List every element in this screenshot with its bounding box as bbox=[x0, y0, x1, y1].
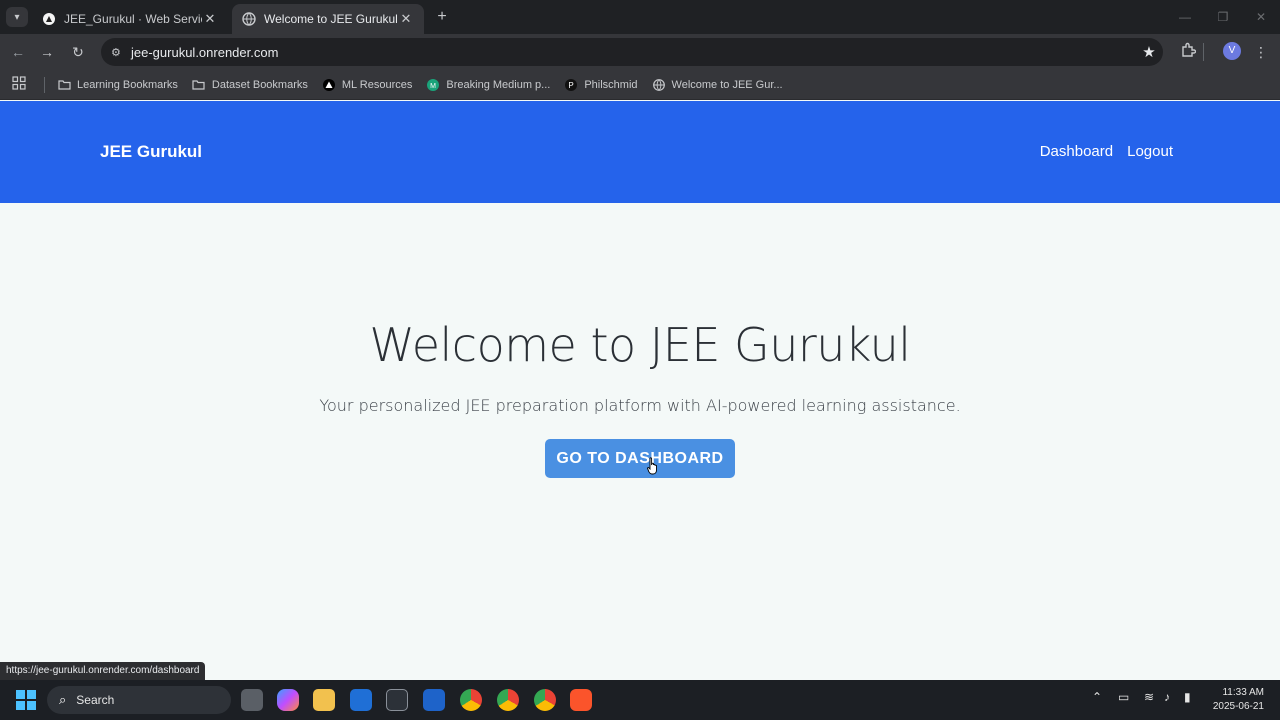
tab-title: JEE_Gurukul · Web Service · Re bbox=[64, 12, 202, 26]
go-to-dashboard-button[interactable]: GO TO DASHBOARD bbox=[545, 439, 735, 478]
app-hexagon-icon[interactable] bbox=[386, 689, 408, 711]
back-arrow-icon[interactable]: ← bbox=[8, 42, 28, 62]
bookmark-label: Learning Bookmarks bbox=[77, 78, 178, 91]
bookmark-dataset[interactable]: Dataset Bookmarks bbox=[192, 78, 308, 92]
clock-time: 11:33 AM bbox=[1222, 687, 1264, 698]
wifi-icon[interactable]: ≋ bbox=[1144, 690, 1154, 704]
hero-title: Welcome to JEE Gurukul bbox=[369, 318, 911, 372]
battery-icon[interactable]: ▮ bbox=[1184, 690, 1191, 704]
apps-grid-icon[interactable] bbox=[12, 76, 30, 93]
forward-arrow-icon[interactable]: → bbox=[37, 42, 57, 62]
bookmark-philschmid[interactable]: P Philschmid bbox=[564, 78, 638, 92]
bookmark-label: Philschmid bbox=[584, 78, 638, 91]
hero-subtitle: Your personalized JEE preparation platfo… bbox=[319, 396, 961, 415]
profile-avatar[interactable]: V bbox=[1223, 42, 1241, 60]
bookmarks-bar: Learning Bookmarks Dataset Bookmarks ML … bbox=[0, 70, 1280, 100]
chrome-icon[interactable] bbox=[497, 689, 519, 711]
bookmark-label: Breaking Medium p... bbox=[446, 78, 551, 91]
browser-toolbar: ← → ↻ ⚙ jee-gurukul.onrender.com ★ V ⋮ bbox=[0, 34, 1280, 70]
store-icon[interactable] bbox=[350, 689, 372, 711]
triangle-icon bbox=[322, 78, 336, 92]
nav-logout-link[interactable]: Logout bbox=[1127, 143, 1173, 160]
windows-start-icon[interactable] bbox=[16, 690, 36, 710]
task-view-icon[interactable] bbox=[241, 689, 263, 711]
copilot-icon[interactable] bbox=[277, 689, 299, 711]
chrome-icon[interactable] bbox=[460, 689, 482, 711]
p-icon: P bbox=[564, 78, 578, 92]
close-window-icon[interactable]: ✕ bbox=[1242, 0, 1280, 34]
extensions-icon[interactable] bbox=[1178, 42, 1198, 62]
taskbar-clock[interactable]: 11:33 AM 2025-06-21 bbox=[1213, 686, 1264, 714]
site-header: JEE Gurukul Dashboard Logout bbox=[0, 101, 1280, 203]
maximize-icon[interactable]: ❐ bbox=[1204, 0, 1242, 34]
file-explorer-icon[interactable] bbox=[313, 689, 335, 711]
brave-icon[interactable] bbox=[570, 689, 592, 711]
chrome-icon[interactable] bbox=[534, 689, 556, 711]
globe-icon bbox=[652, 78, 666, 92]
address-bar[interactable]: ⚙ jee-gurukul.onrender.com ★ bbox=[101, 38, 1163, 66]
bookmark-ml-resources[interactable]: ML Resources bbox=[322, 78, 413, 92]
minimize-icon[interactable]: — bbox=[1166, 0, 1204, 34]
svg-text:M: M bbox=[430, 83, 436, 90]
taskbar-search[interactable]: ⌕ Search bbox=[47, 686, 231, 714]
site-brand[interactable]: JEE Gurukul bbox=[100, 142, 202, 162]
bookmark-learning[interactable]: Learning Bookmarks bbox=[57, 78, 178, 92]
hand-cursor-icon bbox=[647, 457, 657, 475]
chevron-down-icon: ▾ bbox=[14, 11, 20, 23]
tab-strip: ▾ JEE_Gurukul · Web Service · Re ✕ Welco… bbox=[0, 0, 1280, 34]
render-favicon-icon bbox=[42, 12, 56, 26]
bookmark-medium[interactable]: M Breaking Medium p... bbox=[426, 78, 550, 92]
tab-welcome[interactable]: Welcome to JEE Gurukul ✕ bbox=[232, 4, 424, 34]
tray-display-icon[interactable]: ▭ bbox=[1118, 690, 1129, 704]
close-tab-icon[interactable]: ✕ bbox=[202, 11, 218, 27]
more-menu-icon[interactable]: ⋮ bbox=[1251, 42, 1271, 62]
volume-icon[interactable]: ♪ bbox=[1164, 690, 1170, 704]
reload-icon[interactable]: ↻ bbox=[68, 42, 88, 62]
tab-title: Welcome to JEE Gurukul bbox=[264, 12, 398, 26]
bookmark-label: Welcome to JEE Gur... bbox=[671, 78, 783, 91]
search-icon: ⌕ bbox=[59, 692, 67, 707]
globe-icon bbox=[242, 12, 256, 26]
site-info-icon[interactable]: ⚙ bbox=[111, 46, 127, 59]
status-bar-url: https://jee-gurukul.onrender.com/dashboa… bbox=[0, 662, 206, 680]
folder-icon bbox=[57, 78, 71, 92]
app-editor-icon[interactable] bbox=[423, 689, 445, 711]
medium-icon: M bbox=[426, 78, 440, 92]
bookmark-label: ML Resources bbox=[341, 78, 413, 91]
clock-date: 2025-06-21 bbox=[1212, 701, 1264, 712]
tab-search-button[interactable]: ▾ bbox=[6, 7, 28, 27]
toolbar-divider bbox=[1203, 43, 1204, 61]
url-text: jee-gurukul.onrender.com bbox=[131, 44, 279, 60]
nav-dashboard-link[interactable]: Dashboard bbox=[1040, 143, 1113, 160]
taskbar-search-label: Search bbox=[76, 693, 115, 707]
site-nav: Dashboard Logout bbox=[1040, 143, 1173, 160]
tab-render-service[interactable]: JEE_Gurukul · Web Service · Re ✕ bbox=[32, 4, 228, 34]
bookmarks-divider bbox=[44, 76, 45, 93]
bookmark-label: Dataset Bookmarks bbox=[211, 78, 308, 91]
window-controls: — ❐ ✕ bbox=[1166, 0, 1280, 34]
new-tab-plus-icon[interactable]: + bbox=[432, 8, 452, 26]
svg-text:P: P bbox=[569, 81, 574, 90]
tray-chevron-up-icon[interactable]: ⌃ bbox=[1092, 690, 1102, 704]
bookmark-welcome[interactable]: Welcome to JEE Gur... bbox=[652, 78, 783, 92]
close-tab-icon[interactable]: ✕ bbox=[398, 11, 414, 27]
windows-taskbar: ⌕ Search ⌃ ▭ ≋ ♪ ▮ 11:33 AM 2025-06-21 bbox=[0, 680, 1280, 720]
folder-icon bbox=[192, 78, 206, 92]
bookmark-star-icon[interactable]: ★ bbox=[1135, 43, 1163, 61]
